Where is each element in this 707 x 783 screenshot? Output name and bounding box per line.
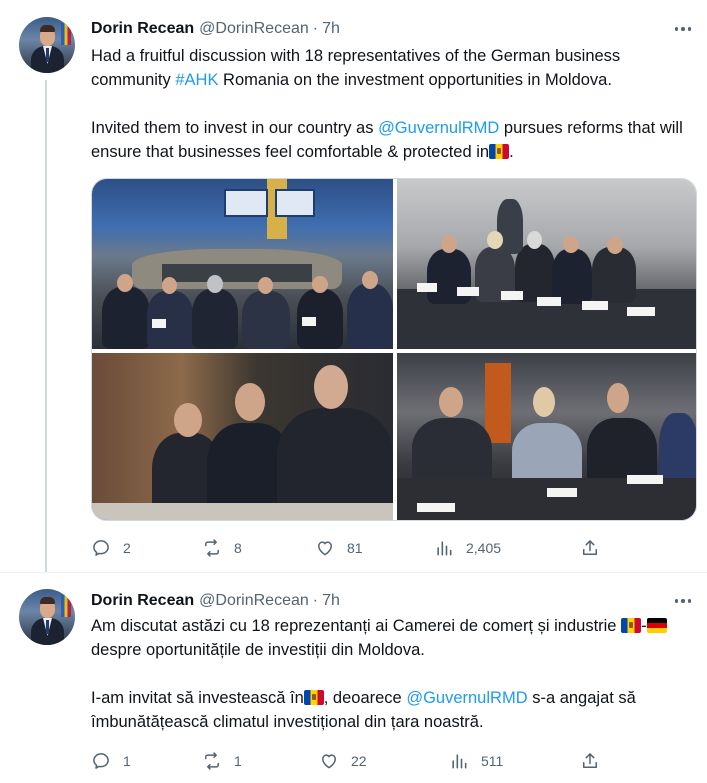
more-icon[interactable] bbox=[671, 19, 695, 39]
photo-guests[interactable] bbox=[397, 353, 696, 520]
paragraph-2: Invited them to invest in our country as… bbox=[91, 116, 697, 164]
germany-flag-icon bbox=[646, 618, 667, 633]
like-count: 22 bbox=[351, 753, 367, 769]
repost-icon bbox=[205, 539, 219, 557]
repost-icon bbox=[205, 752, 219, 770]
repost-count: 1 bbox=[234, 753, 242, 769]
separator: · bbox=[312, 592, 319, 609]
reply-count: 1 bbox=[123, 753, 131, 769]
like-icon bbox=[322, 754, 336, 769]
avatar[interactable] bbox=[19, 17, 75, 73]
tweet-2[interactable]: Dorin Recean @DorinRecean · 7h Am discut… bbox=[0, 572, 707, 783]
moldova-flag-icon bbox=[621, 618, 642, 633]
views-icon bbox=[452, 754, 467, 769]
views-icon bbox=[437, 541, 452, 556]
author-name[interactable]: Dorin Recean bbox=[91, 592, 194, 610]
paragraph-1: Am discutat astăzi cu 18 reprezentanți a… bbox=[91, 614, 697, 662]
timestamp[interactable]: 7h bbox=[322, 592, 340, 610]
tweet-1[interactable]: Dorin Recean @DorinRecean · 7h Had a fru… bbox=[0, 0, 707, 572]
media-grid bbox=[91, 178, 697, 521]
text-span: Invited them to invest in our country as bbox=[91, 119, 379, 137]
moldova-flag-icon bbox=[303, 690, 324, 705]
share-icon bbox=[583, 753, 597, 768]
separator: · bbox=[312, 20, 319, 37]
photo-meeting-room[interactable] bbox=[92, 179, 393, 349]
reply-icon bbox=[93, 540, 109, 556]
author-name[interactable]: Dorin Recean bbox=[91, 20, 194, 38]
author-handle[interactable]: @DorinRecean bbox=[199, 592, 309, 610]
share-icon bbox=[583, 540, 597, 555]
like-button[interactable]: 81 bbox=[315, 536, 363, 560]
tweet-header: Dorin Recean @DorinRecean · 7h bbox=[91, 17, 340, 41]
photo-panel[interactable] bbox=[397, 179, 696, 349]
reply-button[interactable]: 1 bbox=[91, 749, 131, 773]
timestamp[interactable]: 7h bbox=[322, 20, 340, 38]
share-button[interactable] bbox=[580, 749, 600, 773]
reply-button[interactable]: 2 bbox=[91, 536, 131, 560]
views-button[interactable]: 511 bbox=[449, 749, 503, 773]
more-icon[interactable] bbox=[671, 591, 695, 611]
repost-button[interactable]: 1 bbox=[202, 749, 242, 773]
paragraph-2: I-am invitat să investească în , deoarece… bbox=[91, 686, 697, 734]
mention-link[interactable]: @GuvernulRMD bbox=[406, 689, 527, 707]
text-span: . bbox=[509, 143, 514, 161]
reply-icon bbox=[93, 753, 109, 769]
photo-officials[interactable] bbox=[92, 353, 393, 520]
like-button[interactable]: 22 bbox=[319, 749, 367, 773]
reply-count: 2 bbox=[123, 540, 131, 556]
text-span: Romania on the investment opportunities … bbox=[218, 71, 612, 89]
tweet-actions: 2 8 81 2,405 bbox=[91, 536, 601, 560]
like-count: 81 bbox=[347, 540, 363, 556]
views-count: 2,405 bbox=[466, 540, 502, 556]
tweet-header: Dorin Recean @DorinRecean · 7h bbox=[91, 589, 340, 613]
repost-button[interactable]: 8 bbox=[202, 536, 242, 560]
text-span: despre oportunitățile de investiții din … bbox=[91, 641, 425, 659]
text-span: - bbox=[641, 617, 647, 635]
views-count: 511 bbox=[481, 753, 504, 769]
paragraph-1: Had a fruitful discussion with 18 repres… bbox=[91, 44, 697, 92]
tweet-text: Am discutat astăzi cu 18 reprezentanți a… bbox=[91, 614, 697, 734]
views-button[interactable]: 2,405 bbox=[434, 536, 501, 560]
repost-count: 8 bbox=[234, 540, 242, 556]
text-span: , deoarece bbox=[323, 689, 407, 707]
mention-link[interactable]: @GuvernulRMD bbox=[378, 119, 499, 137]
text-span: Am discutat astăzi cu 18 reprezentanți a… bbox=[91, 617, 622, 635]
moldova-flag-icon bbox=[489, 144, 510, 159]
like-icon bbox=[318, 541, 332, 556]
hashtag-link[interactable]: #AHK bbox=[175, 71, 218, 89]
tweet-text: Had a fruitful discussion with 18 repres… bbox=[91, 44, 697, 164]
thread-line bbox=[45, 80, 47, 572]
author-handle[interactable]: @DorinRecean bbox=[199, 20, 309, 38]
text-span: I-am invitat să investească în bbox=[91, 689, 304, 707]
avatar[interactable] bbox=[19, 589, 75, 645]
share-button[interactable] bbox=[580, 536, 600, 560]
tweet-actions: 1 1 22 511 bbox=[91, 749, 601, 773]
